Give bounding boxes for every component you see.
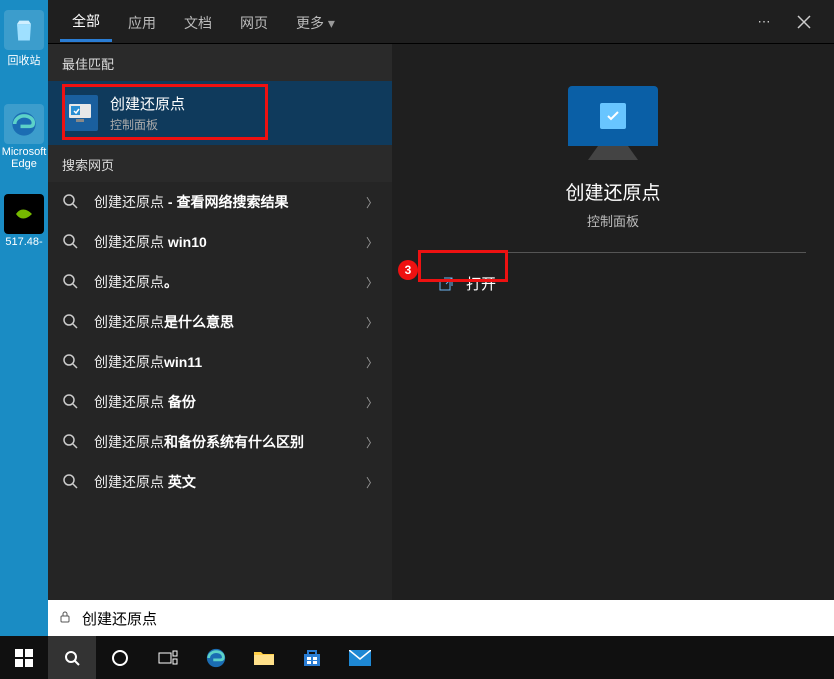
preview-pane: 创建还原点 控制面板 打开 — [392, 44, 834, 636]
tab-apps[interactable]: 应用 — [116, 3, 168, 41]
chevron-right-icon: 〉 — [366, 394, 378, 411]
search-icon — [62, 193, 80, 211]
taskbar-edge-icon[interactable] — [192, 636, 240, 679]
desktop-label: Microsoft Edge — [0, 146, 48, 170]
lock-icon — [58, 610, 74, 626]
best-match-sub: 控制面板 — [110, 116, 185, 133]
web-result-text: 创建还原点 备份 — [94, 392, 352, 412]
tab-web[interactable]: 网页 — [228, 3, 280, 41]
web-result-item[interactable]: 创建还原点 备份〉 — [48, 382, 392, 422]
best-match-title: 创建还原点 — [110, 93, 185, 114]
search-icon — [62, 473, 80, 491]
web-result-text: 创建还原点。 — [94, 272, 352, 292]
monitor-icon — [568, 86, 658, 146]
web-result-item[interactable]: 创建还原点是什么意思〉 — [48, 302, 392, 342]
section-best-match: 最佳匹配 — [48, 44, 392, 81]
web-result-text: 创建还原点 win10 — [94, 232, 352, 252]
desktop-label: 回收站 — [0, 52, 48, 68]
divider — [420, 252, 806, 253]
open-action[interactable]: 打开 — [420, 263, 806, 304]
web-result-item[interactable]: 创建还原点 英文〉 — [48, 462, 392, 502]
checkmark-icon — [600, 103, 626, 129]
web-result-item[interactable]: 创建还原点win11 〉 — [48, 342, 392, 382]
chevron-right-icon: 〉 — [366, 274, 378, 291]
close-icon[interactable] — [786, 4, 822, 40]
web-result-text: 创建还原点 - 查看网络搜索结果 — [94, 192, 352, 212]
control-panel-icon — [62, 95, 98, 131]
web-result-text: 创建还原点 英文 — [94, 472, 352, 492]
search-icon — [62, 433, 80, 451]
annotation-marker-3: 3 — [398, 260, 418, 280]
nvidia-icon — [4, 194, 44, 234]
preview-title: 创建还原点 — [565, 178, 660, 205]
chevron-down-icon: ▾ — [328, 15, 335, 31]
chevron-right-icon: 〉 — [366, 354, 378, 371]
start-button[interactable] — [0, 636, 48, 679]
desktop-label: 517.48- — [0, 236, 48, 248]
search-panel: 全部 应用 文档 网页 更多 ▾ ⋯ 最佳匹配 创建还原点 控制面板 搜索网页 … — [48, 0, 834, 636]
tab-all[interactable]: 全部 — [60, 1, 112, 42]
tab-docs[interactable]: 文档 — [172, 3, 224, 41]
search-icon — [62, 233, 80, 251]
open-label: 打开 — [466, 273, 496, 294]
web-result-item[interactable]: 创建还原点和备份系统有什么区别〉 — [48, 422, 392, 462]
search-icon — [62, 353, 80, 371]
web-result-item[interactable]: 创建还原点 - 查看网络搜索结果〉 — [48, 182, 392, 222]
chevron-right-icon: 〉 — [366, 194, 378, 211]
recycle-bin-icon — [4, 10, 44, 50]
chevron-right-icon: 〉 — [366, 314, 378, 331]
tab-more-label: 更多 — [296, 15, 324, 31]
search-icon — [62, 393, 80, 411]
search-icon — [62, 313, 80, 331]
more-options-icon[interactable]: ⋯ — [746, 4, 782, 40]
chevron-right-icon: 〉 — [366, 474, 378, 491]
chevron-right-icon: 〉 — [366, 434, 378, 451]
taskbar-search-button[interactable] — [48, 636, 96, 679]
web-result-item[interactable]: 创建还原点 win10 〉 — [48, 222, 392, 262]
search-input[interactable] — [82, 610, 824, 627]
taskbar-cortana-button[interactable] — [96, 636, 144, 679]
preview-sub: 控制面板 — [587, 211, 639, 230]
results-list: 最佳匹配 创建还原点 控制面板 搜索网页 创建还原点 - 查看网络搜索结果〉创建… — [48, 44, 392, 636]
taskbar-store-icon[interactable] — [288, 636, 336, 679]
web-result-text: 创建还原点是什么意思 — [94, 312, 352, 332]
tab-more[interactable]: 更多 ▾ — [284, 3, 347, 41]
search-tabs: 全部 应用 文档 网页 更多 ▾ ⋯ — [48, 0, 834, 44]
taskbar-explorer-icon[interactable] — [240, 636, 288, 679]
desktop-icon-edge[interactable]: Microsoft Edge — [0, 100, 48, 170]
search-icon — [62, 273, 80, 291]
chevron-right-icon: 〉 — [366, 234, 378, 251]
taskbar — [0, 636, 834, 679]
edge-icon — [4, 104, 44, 144]
taskbar-mail-icon[interactable] — [336, 636, 384, 679]
taskbar-taskview-button[interactable] — [144, 636, 192, 679]
web-result-item[interactable]: 创建还原点。〉 — [48, 262, 392, 302]
search-bar — [48, 600, 834, 636]
section-search-web: 搜索网页 — [48, 145, 392, 182]
web-result-text: 创建还原点和备份系统有什么区别 — [94, 432, 352, 452]
desktop-icon-recycle[interactable]: 回收站 — [0, 6, 48, 68]
desktop-icon-nvidia[interactable]: 517.48- — [0, 190, 48, 248]
web-result-text: 创建还原点win11 — [94, 352, 352, 372]
open-icon — [438, 276, 454, 292]
best-match-item[interactable]: 创建还原点 控制面板 — [48, 81, 392, 145]
